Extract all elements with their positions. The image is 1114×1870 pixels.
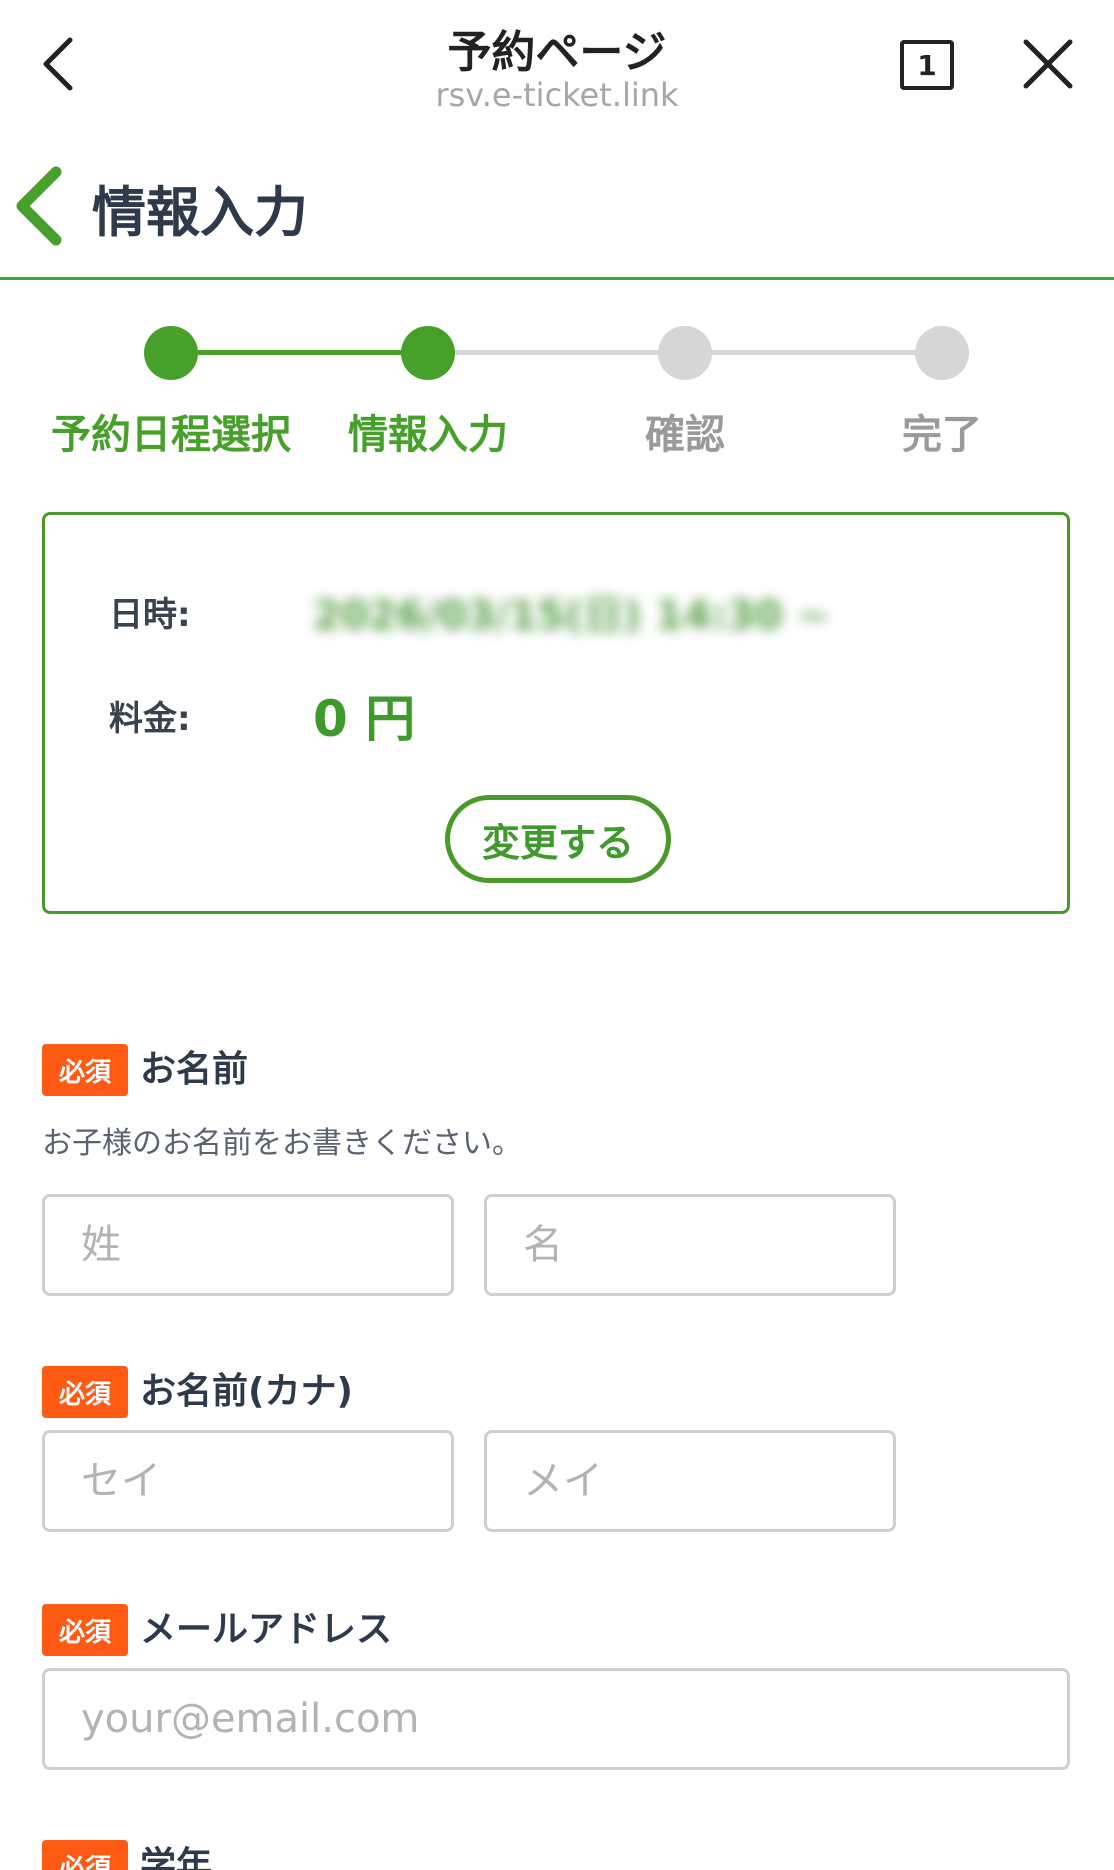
progress-stepper: 予約日程選択 情報入力 確認 完了 [0, 310, 1114, 470]
price-value: 0 円 [313, 690, 416, 748]
last-name-input[interactable] [42, 1194, 454, 1296]
step-connector-3 [685, 350, 942, 355]
tabs-button[interactable]: 1 [900, 40, 954, 90]
grade-label: 学年 [140, 1845, 213, 1870]
step-connector-1 [171, 350, 428, 355]
step-dot-schedule [144, 326, 198, 380]
section-header: 情報入力 [0, 138, 1114, 280]
date-label: 日時: [109, 595, 191, 635]
required-badge: 必須 [42, 1366, 128, 1418]
browser-bar: 予約ページ rsv.e-ticket.link 1 [0, 0, 1114, 138]
change-button[interactable]: 変更する [445, 795, 671, 883]
step-dot-info [401, 326, 455, 380]
required-badge: 必須 [42, 1044, 128, 1096]
last-name-kana-input[interactable] [42, 1430, 454, 1532]
price-label: 料金: [109, 699, 191, 739]
step-label-complete: 完了 [902, 412, 982, 458]
step-label-schedule: 予約日程選択 [51, 412, 291, 458]
step-dot-confirm [658, 326, 712, 380]
required-badge: 必須 [42, 1604, 128, 1656]
step-connector-2 [428, 350, 685, 355]
required-badge: 必須 [42, 1840, 128, 1870]
close-icon[interactable] [1022, 38, 1074, 90]
first-name-kana-input[interactable] [484, 1430, 896, 1532]
name-label: お名前 [140, 1049, 249, 1090]
date-value: 2026/03/15(日) 14:30 ~ [313, 593, 831, 639]
step-dot-complete [915, 326, 969, 380]
step-label-confirm: 確認 [645, 412, 725, 458]
email-label: メールアドレス [140, 1609, 393, 1650]
step-label-info: 情報入力 [348, 412, 508, 458]
reservation-summary: 日時: 2026/03/15(日) 14:30 ~ 料金: 0 円 変更する [42, 512, 1070, 914]
back-arrow-icon[interactable] [10, 164, 70, 248]
section-title: 情報入力 [92, 181, 308, 244]
kana-label: お名前(カナ) [140, 1371, 353, 1412]
first-name-input[interactable] [484, 1194, 896, 1296]
email-input[interactable] [42, 1668, 1070, 1770]
name-hint: お子様のお名前をお書きください。 [42, 1126, 522, 1161]
reservation-page: 予約ページ rsv.e-ticket.link 1 情報入力 予約日程選択 情報… [0, 0, 1114, 1870]
